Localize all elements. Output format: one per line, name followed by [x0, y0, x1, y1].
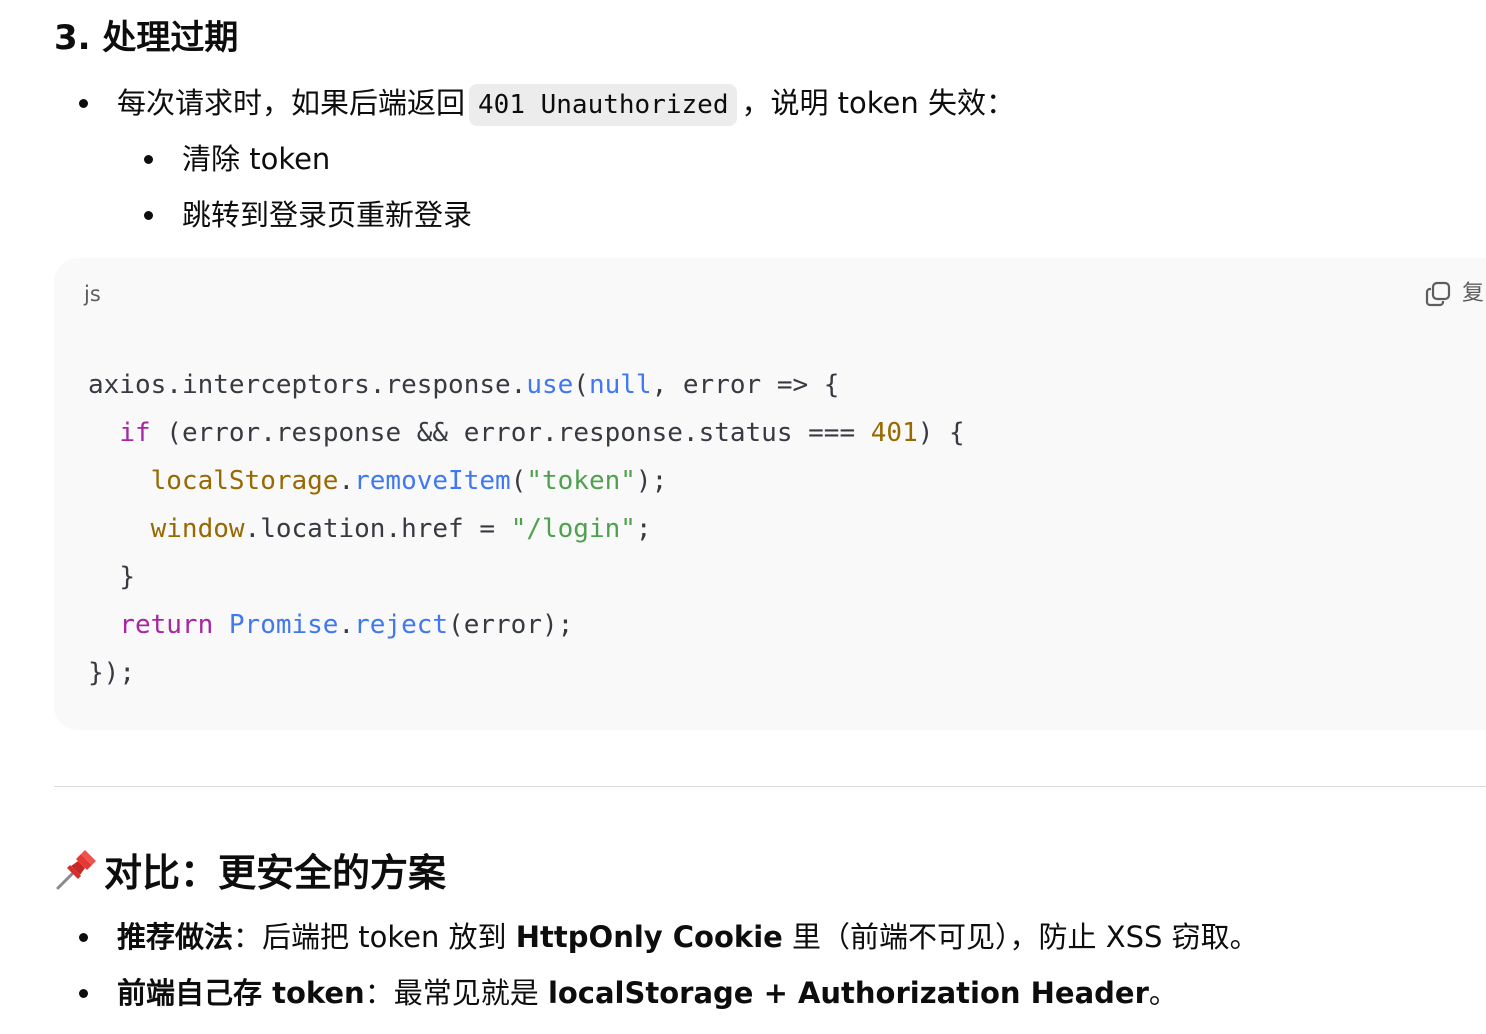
section-heading-handle-expiry: 3. 处理过期 [54, 18, 239, 58]
section-heading-comparison: 对比：更安全的方案 [54, 846, 446, 899]
code-line: } [119, 562, 135, 592]
inline-code: 401 Unauthorized [469, 84, 738, 126]
copy-code-label: 复 [1462, 281, 1485, 306]
chat-message-content: 3. 处理过期 每次请求时，如果后端返回 401 Unauthorized ，说明 … [0, 0, 1486, 1034]
bullet-dot [79, 989, 88, 998]
section-divider [54, 786, 1486, 787]
code-line: return Promise.reject(error); [119, 610, 574, 640]
code-line: axios.interceptors.response.use(null, er… [88, 370, 840, 400]
list-item: 每次请求时，如果后端返回 401 Unauthorized ，说明 token 失效… [79, 83, 1016, 126]
list-item-text: 每次请求时，如果后端返回 [117, 86, 466, 120]
code-line: if (error.response && error.response.sta… [119, 418, 965, 448]
sub-list-item-text: 跳转到登录页重新登录 [182, 198, 473, 232]
bullet-dot [144, 155, 153, 164]
section-heading-text: 对比：更安全的方案 [104, 851, 447, 895]
pushpin-icon [56, 850, 96, 890]
sub-list-item: 清除 token [144, 139, 331, 179]
bullet-dot [79, 99, 88, 108]
bold-text: 推荐做法 [117, 920, 234, 954]
code-line: localStorage.removeItem("token"); [150, 466, 668, 496]
bullet-dot [79, 933, 88, 942]
sub-list-item-text: 清除 token [182, 142, 331, 176]
bold-text: HttpOnly Cookie [515, 920, 783, 954]
list-item-text: ：后端把 token 放到 [233, 920, 516, 954]
list-item-text: ：最常见就是 [364, 976, 548, 1010]
list-item: 前端自己存 token：最常见就是 localStorage + Authori… [79, 973, 1178, 1013]
code-line: }); [88, 658, 135, 688]
list-item: 推荐做法：后端把 token 放到 HttpOnly Cookie 里（前端不可… [79, 917, 1259, 957]
sub-list-item: 跳转到登录页重新登录 [144, 195, 473, 235]
list-item-text: 里（前端不可见），防止 XSS 窃取。 [782, 920, 1259, 954]
code-language-label: js [84, 282, 101, 306]
copy-code-button[interactable]: 复 [1424, 278, 1484, 310]
code-line: window.location.href = "/login"; [150, 514, 652, 544]
list-item-text: 。 [1148, 976, 1178, 1010]
bold-text: localStorage + Authorization Header [547, 976, 1149, 1010]
bold-text: 前端自己存 token [117, 976, 365, 1010]
list-item-text: ，说明 token 失效： [741, 86, 1016, 120]
copy-icon [1425, 281, 1451, 307]
bullet-dot [144, 211, 153, 220]
